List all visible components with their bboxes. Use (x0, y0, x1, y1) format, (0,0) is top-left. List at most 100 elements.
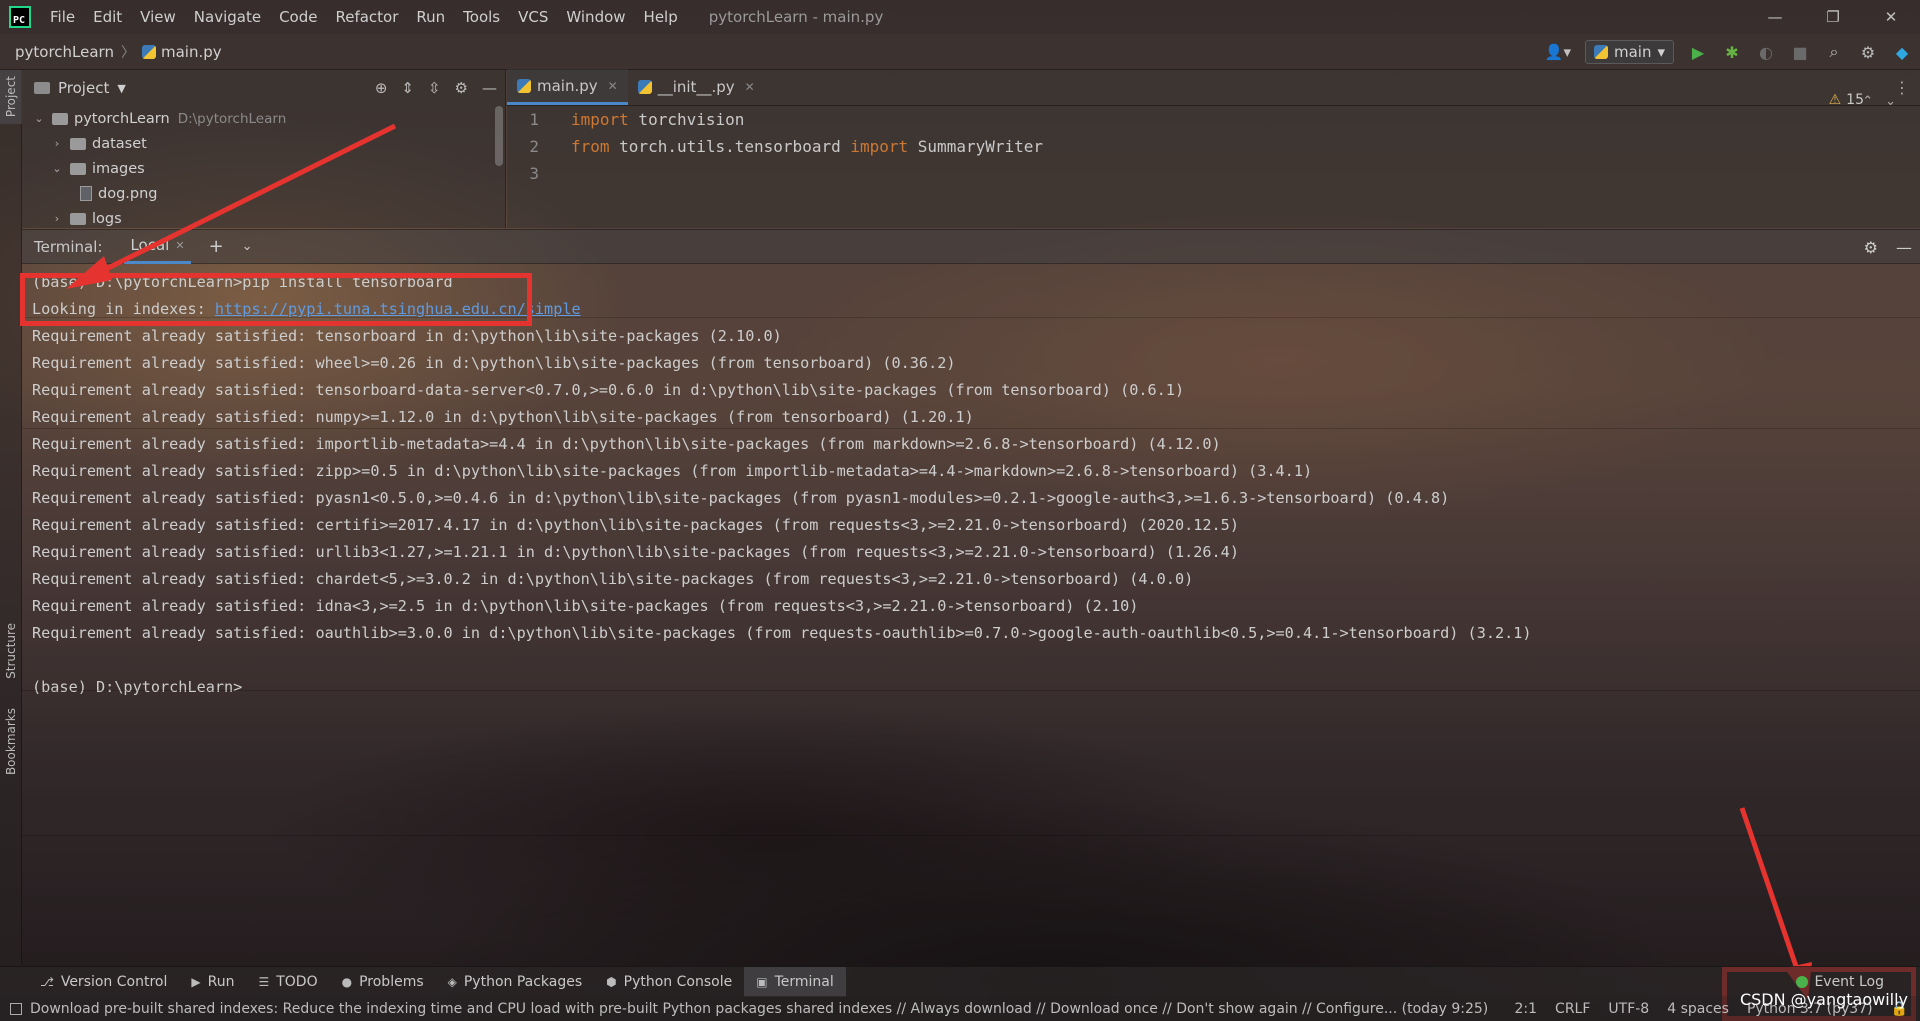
warning-icon: ⚠ (1828, 92, 1842, 108)
tool-python-packages[interactable]: ◈ Python Packages (436, 967, 595, 997)
hide-panel-icon[interactable]: — (482, 79, 497, 97)
chevron-right-icon[interactable]: › (50, 137, 64, 150)
tool-label: Python Console (623, 973, 733, 990)
terminal-tab-label: Local (130, 236, 170, 254)
jetbrains-toolbox-icon[interactable]: ◆ (1892, 43, 1912, 62)
code-text: SummaryWriter (908, 137, 1044, 156)
code-editor[interactable]: 1 import torchvision 2 from torch.utils.… (507, 106, 1920, 228)
caret-position[interactable]: 2:1 (1515, 1001, 1538, 1017)
close-icon[interactable]: ✕ (608, 79, 618, 93)
event-log-icon (1796, 976, 1809, 988)
status-message[interactable]: Download pre-built shared indexes: Reduc… (0, 1001, 1488, 1017)
pycharm-logo-icon[interactable]: PC (9, 6, 31, 28)
chevron-down-icon[interactable]: ⌄ (50, 162, 64, 175)
tree-item-label: dog.png (98, 185, 158, 202)
project-tool-tab[interactable]: Project (0, 70, 22, 124)
line-separator[interactable]: CRLF (1555, 1001, 1590, 1017)
run-config-label: main (1613, 43, 1652, 61)
terminal-prompt: (base) D:\pytorchLearn> (32, 678, 243, 696)
terminal-line: Requirement already satisfied: tensorboa… (32, 381, 1185, 399)
menu-window[interactable]: Window (557, 0, 634, 34)
menu-tools[interactable]: Tools (454, 0, 509, 34)
indent-setting[interactable]: 4 spaces (1667, 1001, 1729, 1017)
restore-button[interactable]: ❐ (1804, 0, 1862, 34)
panel-settings-icon[interactable]: ⚙ (455, 79, 468, 97)
close-window-button[interactable]: ✕ (1862, 0, 1920, 34)
run-icon[interactable]: ▶ (1688, 43, 1708, 62)
new-terminal-icon[interactable]: + (209, 236, 224, 257)
bookmarks-tool-tab[interactable]: Bookmarks (0, 702, 22, 782)
coverage-icon[interactable]: ◐ (1756, 43, 1776, 62)
stop-icon[interactable]: ■ (1790, 43, 1810, 62)
chevron-down-icon[interactable]: ⌄ (242, 239, 253, 254)
tree-item-dog-png[interactable]: dog.png (22, 181, 505, 206)
status-message-text: Download pre-built shared indexes: Reduc… (30, 1000, 1489, 1017)
chevron-right-icon[interactable]: › (50, 212, 64, 225)
event-log-label: Event Log (1814, 974, 1884, 990)
terminal-settings-icon[interactable]: ⚙ (1864, 238, 1878, 257)
tool-terminal[interactable]: ▣ Terminal (744, 966, 846, 997)
tree-item-pytorchlearn[interactable]: ⌄ pytorchLearn D:\pytorchLearn (22, 106, 505, 131)
menu-navigate[interactable]: Navigate (185, 0, 270, 34)
terminal-header: Terminal: Local ✕ + ⌄ ⚙ — (22, 229, 1920, 264)
tab-init-py[interactable]: __init__.py ✕ (628, 69, 765, 105)
hide-terminal-icon[interactable]: — (1896, 238, 1912, 257)
csdn-watermark: CSDN @yangtaowilly (1739, 990, 1908, 1009)
project-scrollbar[interactable] (495, 106, 503, 166)
chevron-down-icon[interactable]: ▼ (117, 82, 125, 95)
tab-label: main.py (537, 76, 598, 95)
chevron-down-icon[interactable]: ⌄ (32, 112, 46, 125)
inspection-widget[interactable]: ⚠ 15 (1829, 92, 1864, 108)
tool-label: Run (207, 973, 235, 990)
code-line: 3 (507, 160, 1920, 187)
terminal-output[interactable]: (base) D:\pytorchLearn>pip install tenso… (22, 264, 1920, 966)
settings-gear-icon[interactable]: ⚙ (1858, 43, 1878, 62)
menu-vcs[interactable]: VCS (509, 0, 557, 34)
run-config-selector[interactable]: main ▾ (1584, 40, 1674, 64)
menu-run[interactable]: Run (407, 0, 454, 34)
tool-run[interactable]: ▶ Run (179, 967, 246, 997)
locate-file-icon[interactable]: ⊕ (375, 79, 388, 97)
file-encoding[interactable]: UTF-8 (1608, 1001, 1649, 1017)
expand-all-icon[interactable]: ⇕ (401, 79, 414, 97)
debug-icon[interactable]: ✱ (1722, 43, 1742, 62)
search-icon[interactable]: ⌕ (1824, 42, 1844, 62)
todo-list-icon: ☰ (258, 974, 270, 989)
tool-version-control[interactable]: ⎇ Version Control (0, 967, 179, 997)
tool-problems[interactable]: ● Problems (330, 967, 436, 997)
code-text: torchvision (628, 110, 745, 129)
tab-main-py[interactable]: main.py ✕ (507, 69, 628, 105)
code-text: torch.utils.tensorboard (609, 137, 851, 156)
terminal-tools: ⚙ — (1864, 230, 1912, 265)
menu-view[interactable]: View (131, 0, 185, 34)
breadcrumb-file[interactable]: main.py (141, 43, 222, 61)
close-icon[interactable]: ✕ (175, 239, 184, 252)
user-icon[interactable]: 👤▾ (1545, 43, 1571, 61)
annotation-box-command (20, 273, 532, 326)
breadcrumb-project[interactable]: pytorchLearn (0, 43, 114, 61)
tree-item-dataset[interactable]: › dataset (22, 131, 505, 156)
close-icon[interactable]: ✕ (745, 80, 755, 94)
menu-code[interactable]: Code (270, 0, 326, 34)
menu-file[interactable]: File (41, 0, 84, 34)
minimize-button[interactable]: — (1746, 0, 1804, 34)
tree-item-images[interactable]: ⌄ images (22, 156, 505, 181)
terminal-line: Requirement already satisfied: importlib… (32, 435, 1221, 453)
project-panel-title[interactable]: Project (58, 79, 109, 97)
chevron-down-icon: ▾ (1657, 43, 1665, 61)
menu-help[interactable]: Help (635, 0, 687, 34)
tool-todo[interactable]: ☰ TODO (246, 967, 329, 997)
menu-refactor[interactable]: Refactor (326, 0, 407, 34)
line-number: 2 (529, 137, 539, 156)
tree-item-logs[interactable]: › logs (22, 206, 505, 231)
structure-tool-tab[interactable]: Structure (0, 615, 22, 687)
window-title: pytorchLearn - main.py (708, 8, 884, 26)
toggle-tool-windows-icon[interactable] (10, 1002, 22, 1015)
menu-edit[interactable]: Edit (84, 0, 131, 34)
tool-python-console[interactable]: ⬢ Python Console (594, 967, 744, 997)
inspection-nav[interactable]: ⌃⌄ (1862, 94, 1908, 109)
divider (22, 690, 1920, 691)
terminal-tab-local[interactable]: Local ✕ (124, 229, 191, 264)
tree-item-label: dataset (92, 135, 147, 152)
collapse-all-icon[interactable]: ⇳ (428, 79, 441, 97)
